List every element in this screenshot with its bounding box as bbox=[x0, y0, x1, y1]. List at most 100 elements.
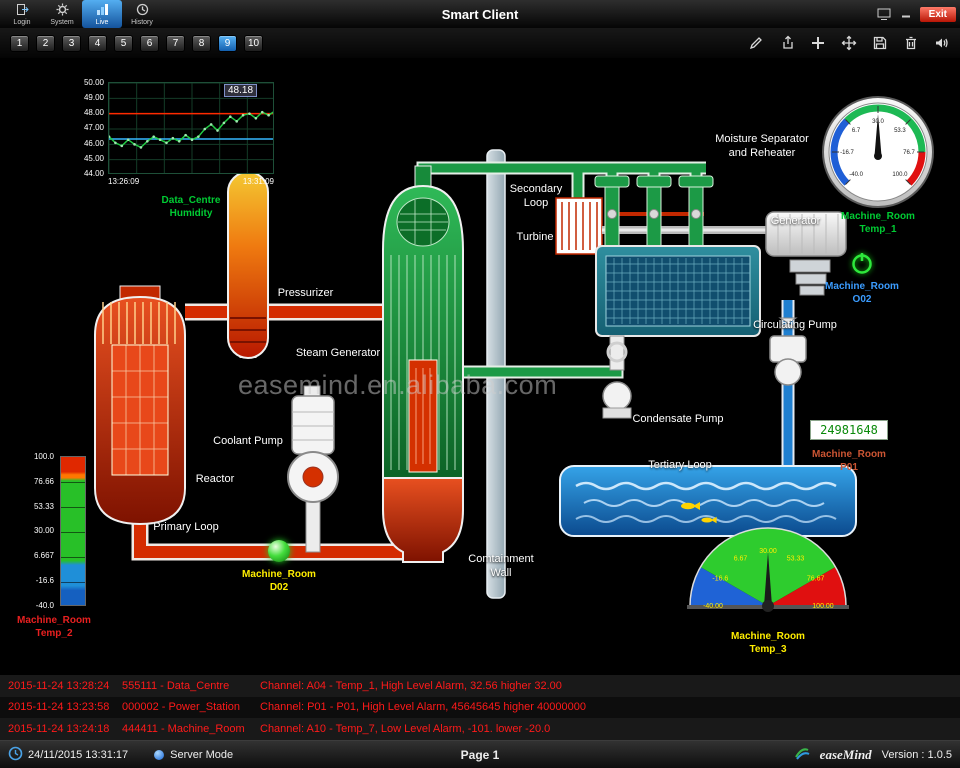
page-button-4[interactable]: 4 bbox=[88, 35, 107, 52]
page-button-1[interactable]: 1 bbox=[10, 35, 29, 52]
nav-history[interactable]: History bbox=[122, 0, 162, 28]
minimize-icon[interactable] bbox=[900, 8, 912, 20]
indicator-d02-label: Machine_Room D02 bbox=[234, 568, 324, 594]
label-coolant-pump: Coolant Pump bbox=[198, 434, 298, 448]
alarm-row[interactable]: 2015-11-24 13:28:24555111 - Data_CentreC… bbox=[0, 675, 960, 697]
page-button-7[interactable]: 7 bbox=[166, 35, 185, 52]
live-chart-icon bbox=[96, 3, 109, 18]
save-icon[interactable] bbox=[872, 35, 888, 51]
alarm-list: 2015-11-24 13:28:24555111 - Data_CentreC… bbox=[0, 675, 960, 740]
bar-gauge-temp2[interactable] bbox=[60, 456, 86, 606]
add-icon[interactable] bbox=[810, 35, 826, 51]
plant-canvas: easemind.en.alibaba.com Moisture Separat… bbox=[0, 58, 960, 675]
svg-text:53.33: 53.33 bbox=[787, 555, 805, 562]
svg-text:-40.00: -40.00 bbox=[703, 603, 723, 610]
watermark: easemind.en.alibaba.com bbox=[238, 370, 758, 401]
svg-text:6.67: 6.67 bbox=[734, 555, 748, 562]
alarm-time: 2015-11-24 13:24:18 bbox=[0, 723, 122, 735]
label-moisture-separator: Moisture Separator and Reheater bbox=[692, 132, 832, 161]
alarm-row[interactable]: 2015-11-24 13:23:58000002 - Power_Statio… bbox=[0, 697, 960, 719]
display-p01-label: Machine_Room P01 bbox=[804, 448, 894, 474]
bar-gauge-scale: 100.076.6653.3330.006.667-16.6-40.0 bbox=[18, 452, 54, 610]
trend-widget[interactable]: 50.00 49.00 48.00 47.00 46.00 45.00 44.00 13:2… bbox=[68, 76, 280, 226]
numeric-display-p01[interactable]: 24981648 bbox=[810, 420, 888, 440]
brand-name: easeMind bbox=[820, 747, 872, 763]
alarm-source: 000002 - Power_Station bbox=[122, 701, 260, 713]
trend-y-tick: 48.00 bbox=[84, 108, 104, 117]
nav-label: Live bbox=[96, 19, 109, 26]
trend-y-tick: 45.00 bbox=[84, 154, 104, 163]
indicator-d02[interactable] bbox=[268, 540, 290, 562]
trend-y-axis: 50.00 49.00 48.00 47.00 46.00 45.00 44.00 bbox=[68, 78, 104, 178]
svg-text:30.00: 30.00 bbox=[759, 548, 777, 555]
edit-icon[interactable] bbox=[748, 35, 764, 51]
nav-label: System bbox=[50, 19, 73, 26]
trend-y-tick: 47.00 bbox=[84, 123, 104, 132]
history-icon bbox=[136, 3, 149, 18]
svg-text:-16.7: -16.7 bbox=[840, 150, 854, 156]
msr-pipes bbox=[595, 176, 713, 246]
bar-tick-line bbox=[61, 582, 85, 583]
power-toggle-o02[interactable] bbox=[849, 250, 875, 276]
page-buttons: 123456789 10 bbox=[10, 35, 263, 52]
reactor-vessel bbox=[95, 286, 185, 524]
label-steam-generator: Steam Generator bbox=[282, 346, 394, 360]
trend-y-tick: 49.00 bbox=[84, 93, 104, 102]
alarm-source: 444411 - Machine_Room bbox=[122, 723, 260, 735]
nav-live[interactable]: Live bbox=[82, 0, 122, 28]
trend-current-value: 48.18 bbox=[224, 84, 257, 97]
svg-text:30.0: 30.0 bbox=[872, 119, 884, 125]
version-label: Version : 1.0.5 bbox=[882, 749, 952, 761]
login-icon bbox=[16, 3, 29, 18]
export-icon[interactable] bbox=[779, 35, 795, 51]
trend-y-tick: 44.00 bbox=[84, 169, 104, 178]
label-secondary-loop: Secondary Loop bbox=[500, 182, 572, 211]
page-button-8[interactable]: 8 bbox=[192, 35, 211, 52]
steam-generator bbox=[383, 166, 463, 562]
gauge-temp3-label: Machine_Room Temp_3 bbox=[716, 630, 820, 656]
svg-text:76.7: 76.7 bbox=[903, 150, 915, 156]
trend-y-tick: 50.00 bbox=[84, 78, 104, 87]
svg-text:-16.6: -16.6 bbox=[712, 576, 728, 583]
bar-tick-line bbox=[61, 482, 85, 483]
alarm-message: Channel: P01 - P01, High Level Alarm, 45… bbox=[260, 701, 960, 713]
nav-label: History bbox=[131, 19, 153, 26]
bar-tick-label: 30.00 bbox=[34, 526, 54, 535]
page-button-6[interactable]: 6 bbox=[140, 35, 159, 52]
page-button-2[interactable]: 2 bbox=[36, 35, 55, 52]
trend-y-tick: 46.00 bbox=[84, 139, 104, 148]
svg-text:100.0: 100.0 bbox=[892, 172, 908, 178]
gauge-temp1[interactable]: -40.0-16.76.730.053.376.7100.0 bbox=[820, 94, 936, 210]
volume-icon[interactable] bbox=[934, 35, 950, 51]
alarm-row[interactable]: 2015-11-24 13:24:18444411 - Machine_Room… bbox=[0, 718, 960, 740]
status-datetime: 24/11/2015 13:31:17 bbox=[28, 749, 128, 761]
gauge-temp3[interactable]: -40.00-16.66.6730.0053.3376.67100.00 bbox=[683, 518, 853, 614]
brand-logo-icon bbox=[794, 746, 810, 763]
delete-icon[interactable] bbox=[903, 35, 919, 51]
page-button-5[interactable]: 5 bbox=[114, 35, 133, 52]
bar-tick-label: 100.0 bbox=[34, 452, 54, 461]
move-icon[interactable] bbox=[841, 35, 857, 51]
tool-icons bbox=[748, 35, 950, 51]
nav-login[interactable]: Login bbox=[2, 0, 42, 28]
trend-label: Data_Centre Humidity bbox=[108, 194, 274, 220]
server-mode-dot bbox=[154, 750, 164, 760]
power-icon bbox=[849, 250, 875, 276]
label-reactor: Reactor bbox=[184, 472, 246, 486]
page-button-3[interactable]: 3 bbox=[62, 35, 81, 52]
bar-tick-label: 6.667 bbox=[34, 551, 54, 560]
server-mode-label: Server Mode bbox=[170, 749, 233, 761]
page-button-9[interactable]: 9 bbox=[218, 35, 237, 52]
bar-tick-label: 76.66 bbox=[34, 477, 54, 486]
bar-tick-label: 53.33 bbox=[34, 502, 54, 511]
trend-x-tick: 13:26:09 bbox=[108, 177, 139, 186]
page-button-10[interactable]: 10 bbox=[244, 35, 263, 52]
svg-text:6.7: 6.7 bbox=[852, 128, 861, 134]
label-tertiary-loop: Tertiary Loop bbox=[634, 458, 726, 472]
condenser bbox=[596, 246, 760, 336]
exit-button[interactable]: Exit bbox=[920, 7, 956, 22]
fullscreen-icon[interactable] bbox=[877, 8, 892, 21]
nav-system[interactable]: System bbox=[42, 0, 82, 28]
toggle-o02-label: Machine_Room O02 bbox=[812, 280, 912, 306]
bar-tick-label: -40.0 bbox=[36, 601, 54, 610]
